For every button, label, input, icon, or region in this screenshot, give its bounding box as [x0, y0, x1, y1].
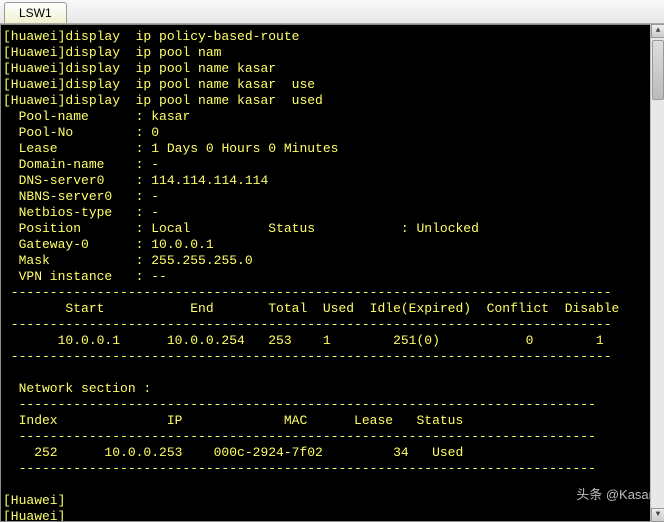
divider-line: ----------------------------------------…	[3, 429, 596, 444]
history-line: [Huawei]display ip pool name kasar used	[3, 93, 323, 108]
domain-value: -	[151, 157, 159, 172]
scrollbar[interactable]: ▲ ▼	[650, 24, 664, 522]
position-value: Local	[151, 221, 190, 236]
lease-value: 1 Days 0 Hours 0 Minutes	[151, 141, 338, 156]
divider-line: ----------------------------------------…	[3, 349, 612, 364]
tab-lsw1[interactable]: LSW1	[4, 2, 67, 23]
net-row: 252 10.0.0.253 000c-2924-7f02 34 Used	[3, 445, 494, 460]
terminal-output[interactable]: [huawei]display ip policy-based-route [H…	[0, 24, 664, 522]
dns-label: DNS-server0 :	[3, 173, 151, 188]
table-row: 10.0.0.1 10.0.0.254 253 1 251(0) 0 1	[3, 333, 604, 348]
scroll-up-icon[interactable]: ▲	[651, 24, 664, 38]
scroll-down-icon[interactable]: ▼	[651, 508, 664, 522]
prompt-line: [Huawei]	[3, 509, 65, 522]
pool-no-label: Pool-No :	[3, 125, 151, 140]
history-line: [Huawei]display ip pool nam	[3, 45, 221, 60]
dns-value: 114.114.114.114	[151, 173, 268, 188]
gateway-value: 10.0.0.1	[151, 237, 213, 252]
divider-line: ----------------------------------------…	[3, 397, 596, 412]
divider-line: ----------------------------------------…	[3, 285, 612, 300]
nbns-value: -	[151, 189, 159, 204]
domain-label: Domain-name :	[3, 157, 151, 172]
mask-label: Mask :	[3, 253, 151, 268]
position-label: Position :	[3, 221, 151, 236]
status-label: Status	[268, 221, 315, 236]
network-section-label: Network section :	[3, 381, 159, 396]
history-line: [huawei]display ip policy-based-route	[3, 29, 299, 44]
status-value: Unlocked	[417, 221, 479, 236]
watermark-text: 头条 @Kasar	[576, 487, 653, 503]
divider-line: ----------------------------------------…	[3, 317, 612, 332]
vpn-label: VPN instance :	[3, 269, 151, 284]
pool-name-label: Pool-name :	[3, 109, 151, 124]
divider-line: ----------------------------------------…	[3, 461, 596, 476]
vpn-value: --	[151, 269, 167, 284]
history-line: [Huawei]display ip pool name kasar	[3, 61, 276, 76]
mask-value: 255.255.255.0	[151, 253, 252, 268]
lease-label: Lease :	[3, 141, 151, 156]
gateway-label: Gateway-0 :	[3, 237, 151, 252]
tab-bar: LSW1	[0, 0, 664, 24]
history-line: [Huawei]display ip pool name kasar use	[3, 77, 315, 92]
pool-name-value: kasar	[151, 109, 190, 124]
pool-no-value: 0	[151, 125, 159, 140]
netbios-value: -	[151, 205, 159, 220]
net-header: Index IP MAC Lease Status	[3, 413, 479, 428]
prompt-line: [Huawei]	[3, 493, 65, 508]
nbns-label: NBNS-server0 :	[3, 189, 151, 204]
table-header: Start End Total Used Idle(Expired) Confl…	[3, 301, 619, 316]
scroll-thumb[interactable]	[652, 40, 664, 100]
netbios-label: Netbios-type :	[3, 205, 151, 220]
